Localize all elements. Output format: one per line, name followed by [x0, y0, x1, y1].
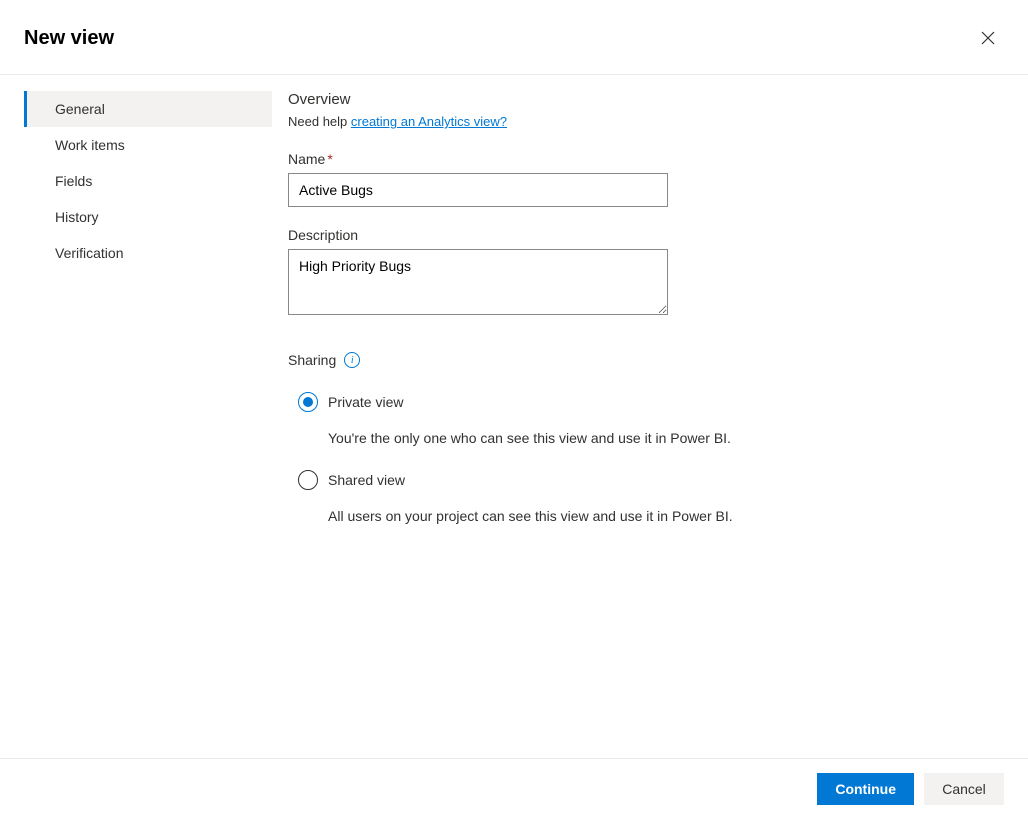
description-field-block: Description High Priority Bugs [288, 227, 1004, 318]
sidebar-item-history[interactable]: History [24, 199, 272, 235]
radio-row-private[interactable]: Private view [298, 392, 1004, 412]
required-asterisk: * [327, 151, 332, 167]
info-icon[interactable]: i [344, 352, 360, 368]
radio-shared[interactable] [298, 470, 318, 490]
help-line: Need help creating an Analytics view? [288, 114, 1004, 129]
name-label: Name* [288, 151, 1004, 167]
help-prefix: Need help [288, 114, 351, 129]
dialog-header: New view [0, 0, 1028, 75]
close-icon [981, 31, 995, 45]
sidebar-item-work-items[interactable]: Work items [24, 127, 272, 163]
name-input[interactable] [288, 173, 668, 207]
radio-shared-label[interactable]: Shared view [328, 472, 405, 488]
help-link[interactable]: creating an Analytics view? [351, 114, 507, 129]
dialog-title: New view [24, 27, 114, 50]
overview-heading: Overview [288, 91, 1004, 108]
sharing-label: Sharing [288, 352, 336, 368]
dialog-footer: Continue Cancel [0, 758, 1028, 819]
radio-option-shared: Shared view All users on your project ca… [288, 470, 1004, 524]
dialog-body: General Work items Fields History Verifi… [0, 75, 1028, 757]
description-input[interactable]: High Priority Bugs [288, 249, 668, 315]
sidebar: General Work items Fields History Verifi… [24, 91, 272, 757]
cancel-button[interactable]: Cancel [924, 773, 1004, 805]
continue-button[interactable]: Continue [817, 773, 914, 805]
sidebar-item-fields[interactable]: Fields [24, 163, 272, 199]
radio-private[interactable] [298, 392, 318, 412]
sharing-header: Sharing i [288, 352, 1004, 368]
radio-private-label[interactable]: Private view [328, 394, 403, 410]
sidebar-item-verification[interactable]: Verification [24, 235, 272, 271]
radio-option-private: Private view You're the only one who can… [288, 392, 1004, 446]
close-button[interactable] [972, 22, 1004, 54]
sidebar-item-general[interactable]: General [24, 91, 272, 127]
radio-shared-desc: All users on your project can see this v… [328, 508, 1004, 524]
content-pane: Overview Need help creating an Analytics… [272, 91, 1004, 757]
radio-private-desc: You're the only one who can see this vie… [328, 430, 1004, 446]
description-label: Description [288, 227, 1004, 243]
radio-row-shared[interactable]: Shared view [298, 470, 1004, 490]
name-field-block: Name* [288, 151, 1004, 207]
